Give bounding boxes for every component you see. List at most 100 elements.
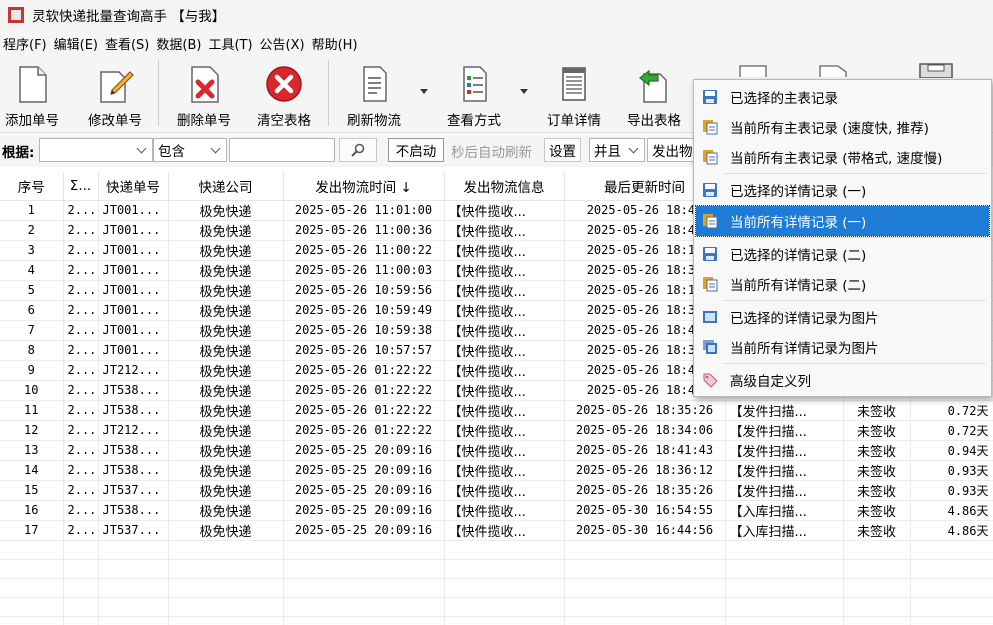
settings-button[interactable]: 设置 (544, 138, 581, 162)
table-cell: 极免快递 (168, 340, 284, 361)
menu-item-all-details-two[interactable]: 当前所有详情记录 (二) (696, 269, 989, 299)
table-cell: 2... (63, 460, 99, 481)
view-mode-button[interactable]: 查看方式 (434, 56, 514, 133)
search-icon (351, 143, 365, 157)
column-header[interactable]: Σ... (63, 172, 99, 201)
empty-cell (910, 597, 993, 617)
table-cell: 2... (63, 360, 99, 381)
column-header[interactable]: 发出物流时间 ↓ (283, 172, 445, 201)
column-header[interactable]: 发出物流信息 (444, 172, 565, 201)
chevron-down-icon (210, 143, 221, 154)
menu-item-advanced-custom-columns[interactable]: 高级自定义列 (696, 365, 989, 395)
empty-cell (564, 616, 726, 625)
menu-data[interactable]: 数据(B) (153, 34, 204, 53)
menu-item-all-main-records-fast[interactable]: 当前所有主表记录 (速度快, 推荐) (696, 112, 989, 142)
export-table-button[interactable]: 导出表格 (614, 56, 694, 133)
new-document-icon (19, 66, 47, 103)
table-cell: JT001... (98, 280, 169, 301)
refresh-dropdown-icon[interactable] (420, 89, 428, 94)
table-cell: 未签收 (843, 440, 911, 461)
empty-cell (444, 578, 565, 598)
add-number-button[interactable]: 添加单号 (0, 56, 72, 133)
table-cell: 【快件揽收... (444, 500, 565, 521)
table-cell: 【快件揽收... (444, 440, 565, 461)
table-cell: JT001... (98, 240, 169, 261)
table-cell: 4.86天 (910, 500, 993, 521)
column-header[interactable]: 序号 (0, 172, 64, 201)
table-cell: 2025-05-26 01:22:22 (283, 400, 445, 421)
filter-field-select[interactable] (39, 138, 153, 162)
menu-help[interactable]: 帮助(H) (309, 34, 361, 53)
table-cell: 17 (0, 520, 64, 541)
logic-select[interactable]: 并且 (589, 138, 645, 162)
empty-cell (0, 597, 64, 617)
view-dropdown-icon[interactable] (520, 89, 528, 94)
start-auto-refresh-button[interactable]: 不启动 (388, 138, 444, 162)
table-cell: 4 (0, 260, 64, 281)
refresh-logistics-button[interactable]: 刷新物流 (334, 56, 414, 133)
clear-table-button[interactable]: 清空表格 (244, 56, 324, 133)
table-cell: 极免快递 (168, 460, 284, 481)
table-cell: JT001... (98, 260, 169, 281)
table-cell: 【快件揽收... (444, 360, 565, 381)
table-row[interactable]: 17 2... JT537... 极免快递 2025-05-25 20:09:16 【快件… (0, 520, 993, 541)
table-row[interactable]: 16 2... JT538... 极免快递 2025-05-25 20:09:16 【快件… (0, 500, 993, 521)
table-cell: JT538... (98, 440, 169, 461)
empty-cell (843, 540, 911, 560)
table-row[interactable]: 15 2... JT537... 极免快递 2025-05-25 20:09:16 【快件… (0, 480, 993, 501)
empty-cell (564, 540, 726, 560)
menu-item-selected-details-two[interactable]: 已选择的详情记录 (二) (696, 239, 989, 269)
empty-cell (444, 597, 565, 617)
table-cell: 2025-05-26 11:01:00 (283, 200, 445, 221)
save-disk-icon (703, 183, 717, 197)
column-header[interactable]: 快递单号 (98, 172, 169, 201)
table-row[interactable]: 14 2... JT538... 极免快递 2025-05-25 20:09:16 【快件… (0, 460, 993, 481)
table-cell: JT001... (98, 320, 169, 341)
table-cell: JT212... (98, 420, 169, 441)
empty-cell (444, 616, 565, 625)
table-cell: 3 (0, 240, 64, 261)
empty-cell (725, 616, 844, 625)
empty-cell (168, 559, 284, 579)
table-cell: 【快件揽收... (444, 380, 565, 401)
menu-item-selected-details-image[interactable]: 已选择的详情记录为图片 (696, 302, 989, 332)
table-cell: 2... (63, 440, 99, 461)
match-mode-select[interactable]: 包含 (153, 138, 227, 162)
table-cell: 【快件揽收... (444, 240, 565, 261)
menu-item-all-main-records-formatted[interactable]: 当前所有主表记录 (带格式, 速度慢) (696, 142, 989, 172)
empty-cell (0, 616, 64, 625)
table-cell: 未签收 (843, 460, 911, 481)
menu-item-all-details-image[interactable]: 当前所有详情记录为图片 (696, 332, 989, 362)
menu-tools[interactable]: 工具(T) (205, 34, 255, 53)
table-row[interactable]: 13 2... JT538... 极免快递 2025-05-25 20:09:16 【快件… (0, 440, 993, 461)
table-cell: 2... (63, 420, 99, 441)
menu-edit[interactable]: 编辑(E) (51, 34, 101, 53)
delete-number-button[interactable]: 删除单号 (164, 56, 244, 133)
menu-view[interactable]: 查看(S) (102, 34, 152, 53)
menu-notice[interactable]: 公告(X) (257, 34, 308, 53)
search-button[interactable] (339, 138, 377, 162)
table-cell: 【入库扫描... (725, 500, 844, 521)
hidden-toolbar-icon (739, 65, 767, 77)
table-row[interactable]: 11 2... JT538... 极免快递 2025-05-26 01:22:22 【快件… (0, 400, 993, 421)
search-input[interactable] (229, 138, 335, 162)
table-row[interactable]: 12 2... JT212... 极免快递 2025-05-26 01:22:22 【快件… (0, 420, 993, 441)
table-cell: 2025-05-26 18:36:12 (564, 460, 726, 481)
menu-separator (724, 363, 986, 364)
edit-number-button[interactable]: 修改单号 (75, 56, 155, 133)
table-cell: 2025-05-25 20:09:16 (283, 440, 445, 461)
empty-cell (168, 540, 284, 560)
column-header[interactable]: 快递公司 (168, 172, 284, 201)
menu-program[interactable]: 程序(F) (0, 34, 50, 53)
table-cell: 16 (0, 500, 64, 521)
chevron-down-icon (136, 143, 147, 154)
table-cell: 【快件揽收... (444, 220, 565, 241)
order-details-button[interactable]: 订单详情 (534, 56, 614, 133)
menu-item-selected-main-records[interactable]: 已选择的主表记录 (696, 82, 989, 112)
menu-item-selected-details-one[interactable]: 已选择的详情记录 (一) (696, 175, 989, 205)
empty-cell (98, 616, 169, 625)
table-cell: JT001... (98, 300, 169, 321)
menu-item-all-details-one[interactable]: 当前所有详情记录 (一) (695, 205, 990, 237)
empty-cell (98, 540, 169, 560)
table-cell: 2... (63, 320, 99, 341)
